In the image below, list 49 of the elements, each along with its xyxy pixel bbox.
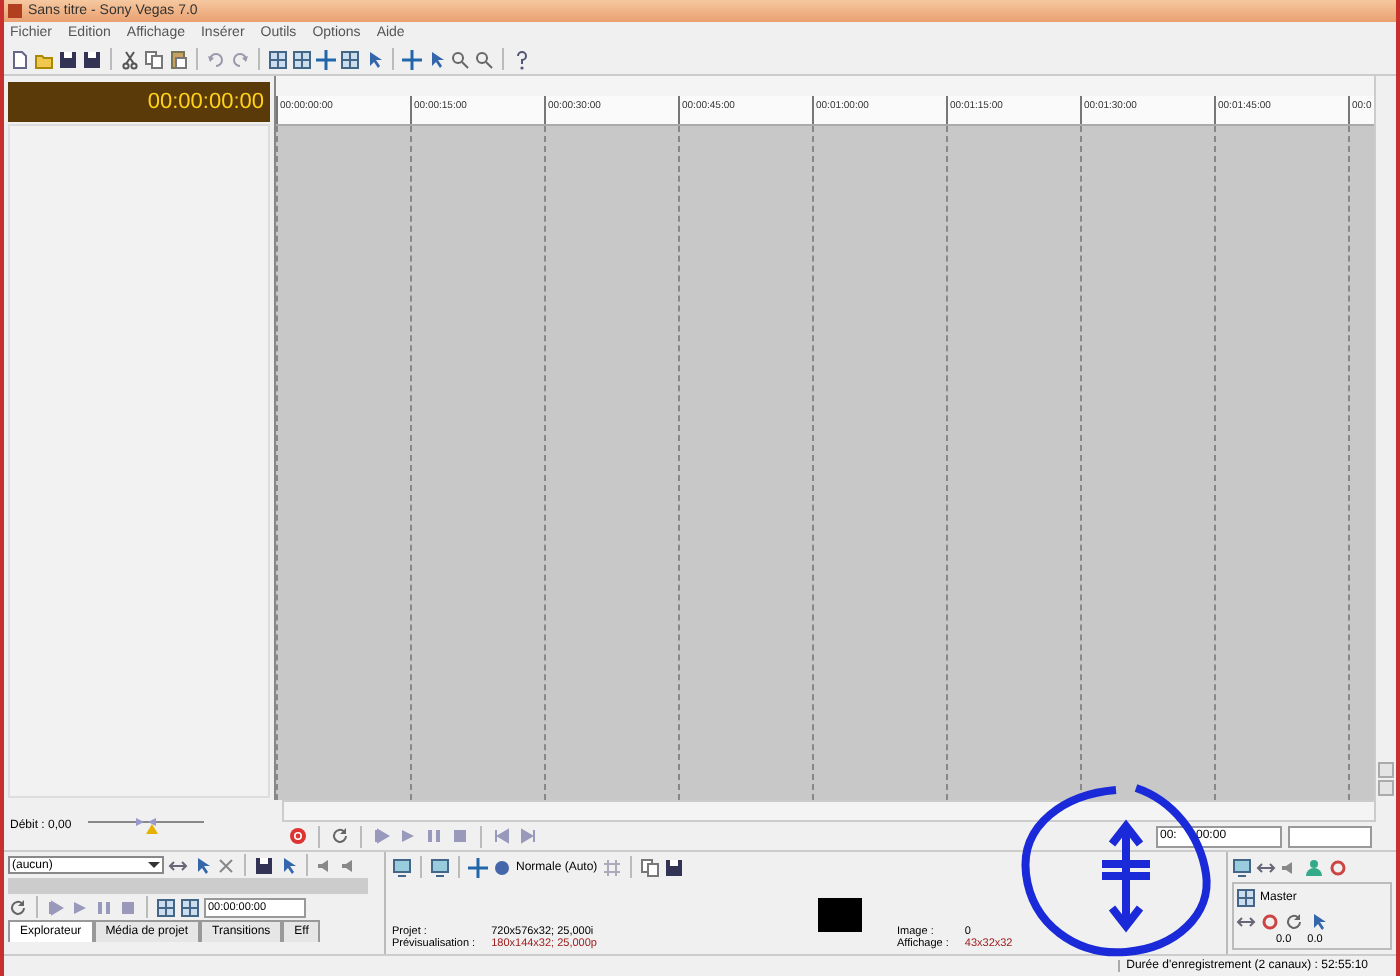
monitor-icon[interactable] [1232, 857, 1252, 877]
new-file-icon[interactable] [10, 49, 30, 69]
record-icon[interactable] [288, 826, 308, 846]
input-field[interactable] [1288, 825, 1372, 847]
play-from-start-icon[interactable] [46, 897, 66, 917]
loop-icon[interactable] [330, 826, 350, 846]
play-from-start-icon[interactable] [372, 826, 392, 846]
crosshair-icon[interactable] [402, 49, 422, 69]
magnifier-icon[interactable] [474, 49, 494, 69]
crosshair-icon[interactable] [316, 49, 336, 69]
grid-icon[interactable] [180, 897, 200, 917]
help-icon[interactable] [512, 49, 532, 69]
copy-icon[interactable] [144, 49, 164, 69]
grid-icon[interactable] [156, 897, 176, 917]
cursor-icon[interactable] [1308, 911, 1328, 931]
save-icon[interactable] [663, 857, 684, 877]
app-icon [8, 4, 22, 18]
arrows-icon[interactable] [168, 855, 188, 875]
monitor-icon[interactable] [430, 857, 450, 877]
paste-icon[interactable] [168, 49, 188, 69]
caret-icon [148, 860, 160, 870]
rate-slider[interactable] [87, 815, 204, 835]
circle-icon[interactable] [492, 857, 512, 877]
monitor-icon[interactable] [392, 857, 412, 877]
scissors-icon[interactable] [120, 49, 140, 69]
magnifier-icon[interactable] [450, 49, 470, 69]
loop-icon[interactable] [8, 897, 28, 917]
arrows-icon[interactable] [1236, 911, 1256, 931]
cursor-icon[interactable] [278, 855, 298, 875]
grid-icon[interactable] [268, 49, 288, 69]
grid-icon[interactable] [292, 49, 312, 69]
video-preview [817, 897, 861, 931]
crosshair-icon[interactable] [468, 857, 488, 877]
person-icon[interactable] [1304, 857, 1324, 877]
close-icon[interactable] [216, 855, 236, 875]
save-icon[interactable] [82, 49, 102, 69]
save-icon[interactable] [58, 49, 78, 69]
copy-icon[interactable] [639, 857, 660, 877]
horizontal-scrollbar[interactable] [282, 800, 1376, 822]
cursor-icon[interactable] [192, 855, 212, 875]
slider-thumb[interactable] [135, 817, 158, 833]
loop-icon[interactable] [1284, 911, 1304, 931]
grid-icon[interactable] [1236, 887, 1256, 907]
grid-icon[interactable] [340, 49, 360, 69]
cursor-icon[interactable] [364, 49, 384, 69]
cursor-icon[interactable] [426, 49, 446, 69]
arrows-icon[interactable] [1256, 857, 1276, 877]
save-icon[interactable] [254, 855, 274, 875]
timecode-display: 00:00:00:00 [8, 82, 270, 122]
